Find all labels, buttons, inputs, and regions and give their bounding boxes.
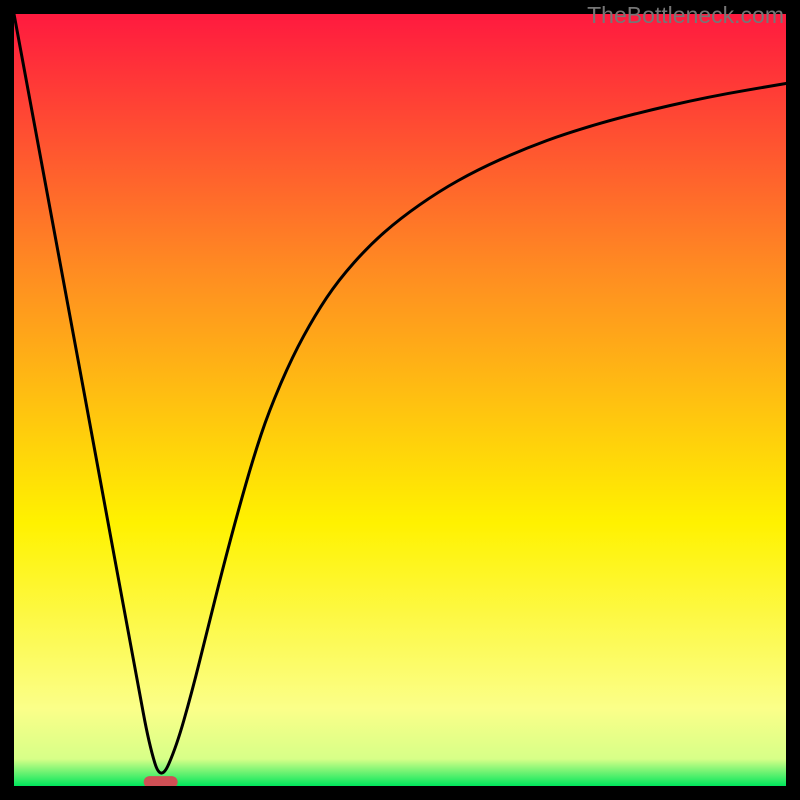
chart-frame bbox=[14, 14, 786, 786]
gradient-background bbox=[14, 14, 786, 786]
optimum-marker bbox=[144, 776, 178, 786]
bottleneck-chart bbox=[14, 14, 786, 786]
watermark-text: TheBottleneck.com bbox=[587, 2, 784, 29]
